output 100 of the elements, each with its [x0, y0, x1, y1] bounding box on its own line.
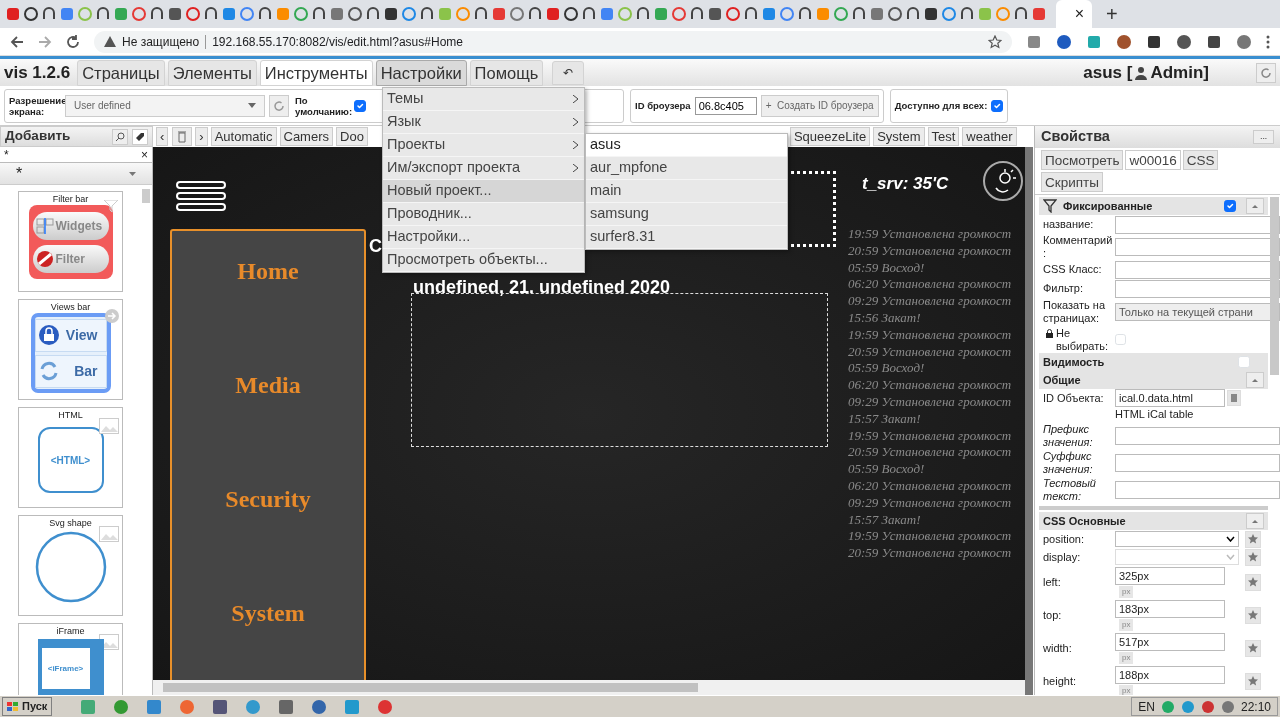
tab-icon[interactable]	[690, 7, 704, 21]
tab-icon[interactable]	[312, 7, 326, 21]
scrollbar-thumb[interactable]	[142, 189, 150, 203]
text-field[interactable]	[1115, 426, 1280, 445]
tab-icon[interactable]	[42, 7, 56, 21]
clear-button[interactable]: ×	[141, 145, 148, 164]
tray-icon[interactable]	[1160, 699, 1175, 714]
menu-item[interactable]: Просмотреть объекты...	[383, 249, 584, 272]
reload-icon[interactable]	[66, 34, 80, 49]
refresh-icon[interactable]	[1256, 62, 1276, 83]
extension-icon[interactable]	[1206, 33, 1222, 50]
text-field[interactable]	[1115, 215, 1280, 234]
star-button[interactable]	[1245, 640, 1261, 657]
taskbar-app-icon[interactable]	[212, 698, 229, 715]
collapse-icon[interactable]	[1246, 513, 1264, 529]
collapse-icon[interactable]	[1246, 198, 1264, 214]
tab-icon[interactable]	[474, 7, 488, 21]
tab-icon[interactable]	[960, 7, 974, 21]
category-select[interactable]: *	[0, 163, 152, 185]
tray-icon[interactable]	[1180, 699, 1195, 714]
extension-icon[interactable]	[1176, 33, 1192, 50]
menu-tab[interactable]: Настройки	[375, 59, 467, 86]
tab-icon[interactable]	[420, 7, 434, 21]
properties-tab[interactable]: CSS	[1182, 150, 1219, 170]
taskbar-app-icon[interactable]	[377, 698, 394, 715]
star-button[interactable]	[1245, 530, 1261, 548]
scrollbar-thumb[interactable]	[163, 683, 698, 692]
tab-icon[interactable]	[636, 7, 650, 21]
view-tab[interactable]: Camers	[279, 127, 333, 146]
tab-icon[interactable]	[924, 7, 938, 21]
properties-tab[interactable]: Посмотреть	[1041, 150, 1124, 170]
project-item[interactable]: samsung	[586, 203, 787, 226]
start-button[interactable]: Пуск	[2, 697, 53, 716]
menu-item[interactable]: Настройки...	[383, 226, 584, 249]
tab-icon[interactable]	[582, 7, 596, 21]
css-value-field[interactable]: 517px	[1115, 633, 1225, 651]
tab-icon[interactable]	[708, 7, 722, 21]
taskbar-app-icon[interactable]	[278, 698, 295, 715]
menu-tab[interactable]: Страницы	[77, 59, 165, 86]
menu-item[interactable]: Язык	[383, 111, 584, 134]
widget-card[interactable]: Svg shape	[18, 515, 123, 616]
undo-button[interactable]: ↶	[552, 60, 585, 85]
bookmark-star-icon[interactable]	[988, 34, 1002, 49]
extension-icon[interactable]	[1146, 33, 1162, 50]
nav-item[interactable]: Home	[172, 253, 364, 289]
select-field[interactable]: Только на текущей страни	[1115, 303, 1280, 321]
trash-icon[interactable]	[172, 127, 193, 146]
view-tab[interactable]: SqueezeLite	[789, 127, 871, 146]
search-icon[interactable]	[112, 128, 128, 145]
tab-icon[interactable]	[366, 7, 380, 21]
url-field[interactable]: 192.168.55.170:8082/vis/edit.html?asus#Home	[212, 32, 463, 51]
view-tab[interactable]: Doo	[336, 127, 368, 146]
extension-icon[interactable]	[1056, 33, 1072, 50]
scrollbar-thumb[interactable]	[1270, 197, 1279, 375]
tab-icon[interactable]	[348, 7, 362, 21]
group-checkbox[interactable]	[1224, 200, 1236, 212]
hamburger-icon[interactable]	[176, 181, 226, 211]
tag-icon[interactable]	[132, 128, 148, 145]
view-tab[interactable]: weather	[962, 127, 1017, 146]
language-indicator[interactable]: EN	[1138, 697, 1155, 716]
browser-id-field[interactable]: 06.8c405	[694, 96, 757, 115]
forward-icon[interactable]	[38, 34, 52, 49]
star-button[interactable]	[1245, 574, 1261, 591]
project-item[interactable]: asus	[586, 134, 787, 157]
text-field[interactable]	[1115, 238, 1280, 256]
widget-card[interactable]: Filter bar Widgets Filter	[18, 191, 123, 292]
id-field[interactable]: ical.0.data.html	[1115, 389, 1225, 407]
tab-icon[interactable]	[168, 7, 182, 21]
browse-button[interactable]	[1227, 390, 1241, 406]
view-tab[interactable]: Automatic	[210, 127, 277, 146]
nav-item[interactable]: Security	[172, 481, 364, 517]
checkbox[interactable]	[1115, 334, 1126, 345]
resolution-select[interactable]: User defined	[65, 94, 265, 117]
filter-icon[interactable]	[1043, 199, 1057, 213]
more-icon[interactable]	[1266, 34, 1270, 49]
project-item[interactable]: aur_mpfone	[586, 157, 787, 180]
security-label[interactable]: Не защищено	[122, 32, 200, 51]
taskbar-app-icon[interactable]	[113, 698, 130, 715]
tab-icon[interactable]	[150, 7, 164, 21]
nav-item[interactable]: System	[172, 595, 364, 631]
tab-icon[interactable]	[798, 7, 812, 21]
project-item[interactable]: main	[586, 180, 787, 203]
collapse-icon[interactable]	[1246, 372, 1264, 388]
new-tab-button[interactable]: +	[1106, 0, 1118, 29]
extension-icon[interactable]	[1116, 33, 1132, 50]
star-button[interactable]	[1245, 607, 1261, 624]
project-item[interactable]: surfer8.31	[586, 226, 787, 249]
widget-card[interactable]: Views bar View Bar	[18, 299, 123, 400]
text-field[interactable]	[1115, 480, 1280, 499]
tray-icon[interactable]	[1220, 699, 1235, 714]
view-tab[interactable]: Test	[927, 127, 960, 146]
tab-icon[interactable]	[204, 7, 218, 21]
css-value-field[interactable]: 188px	[1115, 666, 1225, 684]
taskbar-app-icon[interactable]	[146, 698, 163, 715]
refresh-button[interactable]	[269, 94, 289, 117]
next-button[interactable]: ›	[195, 127, 208, 146]
public-checkbox[interactable]	[991, 99, 1004, 112]
text-field[interactable]	[1115, 260, 1280, 279]
tray-icon[interactable]	[1200, 699, 1215, 714]
tab-icon[interactable]	[564, 7, 578, 21]
